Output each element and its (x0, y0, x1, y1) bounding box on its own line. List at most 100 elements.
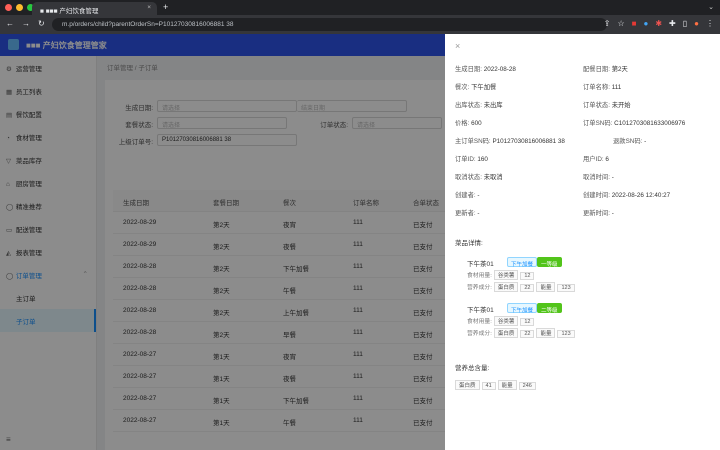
extensions-bar: ⇪ ☆ ■ ● ✱ ✚ ▯ ● ⋮ (604, 19, 714, 28)
detail-value: 6 (605, 156, 609, 163)
nutrition-total-chips: 蛋白质 41 能量 246 (453, 380, 536, 390)
detail-value: 未取消 (483, 174, 503, 181)
order-detail-drawer: × 生成日期: 2022-08-28 配餐日期: 第2天 餐次: 下午加餐 订单… (445, 34, 720, 450)
nutrition-chip: 246 (518, 382, 536, 390)
detail-value: 2022-08-26 12:40:27 (611, 192, 671, 199)
minimize-window-icon[interactable] (16, 4, 23, 11)
detail-value: 未开始 (611, 102, 631, 109)
meal-nutrition: 营养成分: 蛋白质 22 能量 123 (467, 328, 575, 338)
detail-updater: 更新者: - (455, 208, 480, 217)
url-field[interactable]: m.p/orders/child?parentOrderSn=P10127030… (52, 18, 607, 31)
nutrition-chip: 蛋白质 (455, 380, 480, 390)
meal-level-tag: 二等级 (537, 303, 562, 314)
detail-key: 用户ID: (583, 156, 604, 163)
detail-refund-sn: 退款SN码: - (613, 136, 646, 145)
detail-value: - (644, 138, 647, 145)
detail-value: 下午加餐 (471, 84, 497, 91)
ingredient-chip: 12 (520, 272, 535, 280)
close-window-icon[interactable] (5, 4, 12, 11)
detail-created-time: 创建时间: 2022-08-26 12:40:27 (583, 190, 670, 199)
detail-key: 退款SN码: (613, 138, 643, 145)
meal-card: 下午茶01 下午加餐 二等级 食材用量: 谷类薯 12 营养成分: 蛋白质 22 能量 12… (467, 303, 707, 344)
sidebar-icon[interactable]: ▯ (683, 19, 687, 28)
detail-value: 160 (477, 156, 488, 163)
detail-user-id: 用户ID: 6 (583, 154, 609, 163)
meal-type-tag: 下午加餐 (507, 303, 538, 314)
detail-key: 更新时间: (583, 210, 610, 217)
detail-stock-status: 出库状态: 未出库 (455, 100, 503, 109)
detail-updated-time: 更新时间: - (583, 208, 614, 217)
detail-key: 价格: (455, 120, 470, 127)
meal-details-title: 菜品详情: (455, 240, 483, 247)
meal-amount: 食材用量: 谷类薯 12 (467, 316, 535, 326)
detail-key: 配餐日期: (583, 66, 610, 73)
nutrition-chip: 41 (481, 382, 496, 390)
detail-order-status: 订单状态: 未开始 (583, 100, 631, 109)
detail-key: 订单ID: (455, 156, 476, 163)
reload-icon[interactable]: ↻ (38, 19, 45, 28)
detail-cancel-status: 取消状态: 未取消 (455, 172, 503, 181)
detail-value: 未出库 (483, 102, 503, 109)
detail-value: - (611, 174, 614, 181)
address-bar: ← → ↻ m.p/orders/child?parentOrderSn=P10… (0, 15, 720, 34)
drawer-mask[interactable] (0, 34, 445, 450)
detail-value: 600 (471, 120, 482, 127)
meal-level-tag: 一等级 (537, 257, 562, 268)
detail-value: C1012703081633006976 (614, 120, 686, 127)
detail-key: 生成日期: (455, 66, 482, 73)
meal-card: 下午茶01 下午加餐 一等级 食材用量: 谷类薯 12 营养成分: 蛋白质 22 能量 12… (467, 257, 707, 298)
meal-name: 下午茶01 (467, 307, 494, 314)
nutrition-total-title: 营养总含量: (455, 365, 490, 372)
nutrition-chip: 22 (520, 330, 535, 338)
extension-icon[interactable]: ✱ (655, 19, 662, 28)
detail-order-name: 订单名称: 111 (583, 82, 621, 91)
detail-key: 取消时间: (583, 174, 610, 181)
share-icon[interactable]: ⇪ (604, 19, 611, 28)
detail-meal-day: 配餐日期: 第2天 (583, 64, 628, 73)
ingredient-chip: 谷类薯 (493, 270, 519, 280)
detail-created-date: 生成日期: 2022-08-28 (455, 64, 516, 73)
close-tab-icon[interactable]: × (147, 4, 151, 11)
tab-search-icon[interactable]: ⌄ (708, 3, 714, 11)
meal-type-tag: 下午加餐 (507, 257, 538, 268)
browser-tab[interactable]: ■ ■■■ 产妇饮食管理 × (32, 2, 157, 15)
detail-key: 订单状态: (583, 102, 610, 109)
extension-icon[interactable]: ● (644, 19, 649, 28)
detail-key: 更新者: (455, 210, 476, 217)
back-icon[interactable]: ← (6, 19, 14, 28)
detail-order-id: 订单ID: 160 (455, 154, 488, 163)
ingredient-chip: 12 (520, 318, 535, 326)
detail-value: - (477, 192, 480, 199)
nutrition-chip: 能量 (497, 380, 517, 390)
detail-price: 价格: 600 (455, 118, 482, 127)
browser-tab-title: ■ ■■■ 产妇饮食管理 (40, 8, 99, 15)
detail-key: 取消状态: (455, 174, 482, 181)
detail-key: 创建时间: (583, 192, 610, 199)
forward-icon[interactable]: → (22, 19, 30, 28)
detail-value: - (477, 210, 480, 217)
detail-order-sn: 订单SN码: C1012703081633006976 (583, 118, 685, 127)
new-tab-icon[interactable]: + (163, 2, 168, 12)
nutrition-chip: 蛋白质 (493, 282, 519, 292)
menu-icon[interactable]: ⋮ (706, 19, 714, 28)
nutrition-chip: 蛋白质 (493, 328, 519, 338)
browser-tabbar: ■ ■■■ 产妇饮食管理 × + ⌄ (0, 0, 720, 15)
detail-key: 订单名称: (583, 84, 610, 91)
detail-key: 主订单SN码: (455, 138, 491, 145)
nutrition-chip: 123 (557, 330, 575, 338)
nutrition-chip: 能量 (536, 282, 556, 292)
detail-key: 创建者: (455, 192, 476, 199)
meal-amount-label: 食材用量: (467, 273, 492, 279)
bookmark-icon[interactable]: ☆ (617, 19, 624, 28)
nutrition-chip: 123 (557, 284, 575, 292)
puzzle-icon[interactable]: ✚ (669, 19, 676, 28)
meal-amount-label: 食材用量: (467, 319, 492, 325)
meal-amount: 食材用量: 谷类薯 12 (467, 270, 535, 280)
detail-creator: 创建者: - (455, 190, 480, 199)
meal-name: 下午茶01 (467, 261, 494, 268)
close-icon[interactable]: × (455, 41, 460, 51)
meal-nutrition-label: 营养成分: (467, 285, 492, 291)
profile-icon[interactable]: ● (694, 19, 699, 28)
extension-icon[interactable]: ■ (632, 19, 637, 28)
detail-parent-sn: 主订单SN码: P10127030816006881 38 (455, 136, 565, 145)
